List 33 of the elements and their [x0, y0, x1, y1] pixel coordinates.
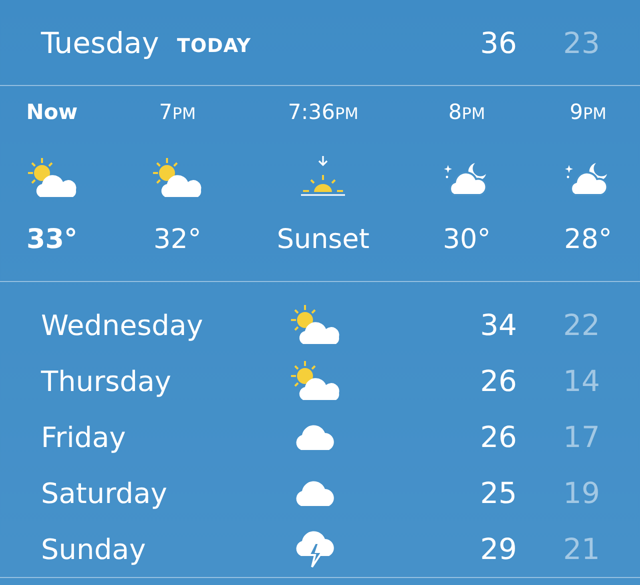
- high-temperature: 25: [479, 476, 517, 510]
- high-temperature: 26: [479, 364, 517, 398]
- low-temperature: 17: [562, 420, 600, 454]
- partly-sunny-icon: [151, 157, 204, 199]
- partly-sunny-icon: [289, 360, 341, 402]
- low-temperature: 21: [562, 532, 600, 566]
- high-temperature: 29: [479, 532, 517, 566]
- low-temperature: 23: [562, 26, 600, 60]
- partly-sunny-icon: [289, 304, 341, 346]
- hour-temperature: 33°: [26, 224, 78, 255]
- hour-label: 9PM: [570, 100, 606, 126]
- hour-label: 7PM: [158, 100, 196, 126]
- high-temperature: 36: [479, 26, 517, 60]
- low-temperature: 19: [562, 476, 600, 510]
- low-temperature: 22: [562, 308, 600, 342]
- low-temperature: 14: [562, 364, 600, 398]
- day-name: Tuesday: [41, 26, 159, 60]
- day-name: Wednesday: [41, 308, 204, 342]
- hour-temperature: 28°: [564, 224, 612, 255]
- high-temperature: 26: [479, 420, 517, 454]
- partly-sunny-icon: [26, 157, 78, 199]
- high-temperature: 34: [479, 308, 517, 342]
- hour-temperature: Sunset: [276, 224, 370, 255]
- hour-label: 7:36PM: [288, 100, 358, 126]
- day-name: Friday: [41, 420, 127, 454]
- day-name: Sunday: [41, 532, 147, 566]
- today-label: TODAY: [176, 34, 252, 56]
- hour-temperature: 30°: [442, 224, 491, 255]
- hour-label: 8PM: [448, 100, 486, 126]
- hour-label: Now: [26, 100, 78, 126]
- day-name: Thursday: [41, 364, 172, 398]
- hour-temperature: 32°: [153, 224, 202, 255]
- day-name: Saturday: [41, 476, 168, 510]
